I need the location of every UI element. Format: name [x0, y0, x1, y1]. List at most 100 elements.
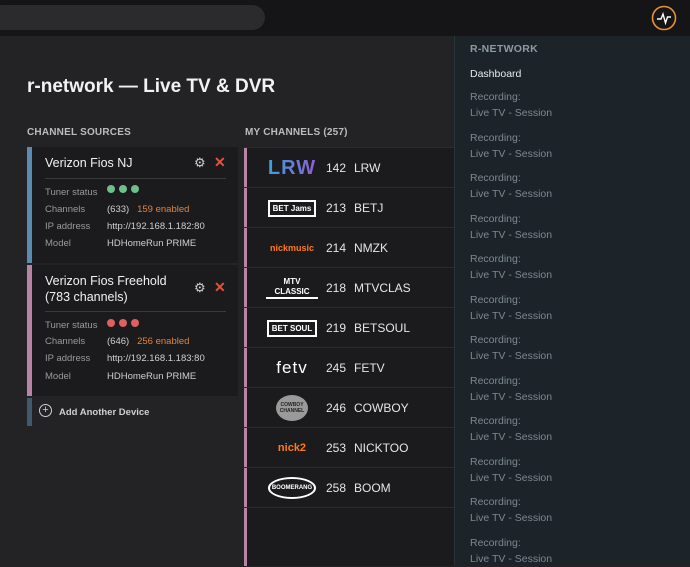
channel-row[interactable]: COWBOY CHANNEL 246 COWBOY	[244, 387, 454, 427]
logo-text: COWBOY CHANNEL	[276, 395, 308, 421]
channel-row[interactable]: BET Jams 213 BETJ	[244, 187, 454, 227]
recording-item[interactable]: Recording: Live TV - Session	[470, 535, 552, 567]
channel-row[interactable]: BOOMERANG 258 BOOM	[244, 467, 454, 507]
recording-label: Recording:	[470, 132, 521, 144]
recording-item[interactable]: Recording: Live TV - Session	[470, 373, 552, 405]
channel-number: 245	[326, 361, 347, 375]
add-device-accent	[27, 398, 32, 426]
recording-session: Live TV - Session	[470, 229, 553, 241]
channel-number: 219	[326, 321, 347, 335]
recording-session: Live TV - Session	[470, 269, 553, 281]
tuner-dot	[131, 319, 139, 327]
plus-icon: +	[39, 404, 52, 417]
recording-item[interactable]: Recording: Live TV - Session	[470, 494, 552, 526]
channel-name: FETV	[354, 361, 385, 375]
gear-icon[interactable]: ⚙	[194, 280, 206, 296]
tuner-dot	[119, 319, 127, 327]
gear-icon[interactable]: ⚙	[194, 155, 206, 171]
search-input[interactable]	[0, 5, 265, 30]
channel-logo: BET SOUL	[266, 314, 318, 342]
channel-logo: BOOMERANG	[266, 474, 318, 502]
recording-item[interactable]: Recording: Live TV - Session	[470, 454, 552, 486]
channel-name: BOOM	[354, 481, 391, 495]
channel-row[interactable]: MTV CLASSIC 218 MTVCLAS	[244, 267, 454, 307]
channels-label: Channels	[45, 336, 86, 347]
ip-label: IP address	[45, 353, 91, 364]
recording-item[interactable]: Recording: Live TV - Session	[470, 251, 552, 283]
channel-logo: COWBOY CHANNEL	[266, 394, 318, 422]
recording-item[interactable]: Recording: Live TV - Session	[470, 292, 552, 324]
recording-item[interactable]: Recording: Live TV - Session	[470, 332, 552, 364]
channel-logo: LRW	[266, 154, 318, 182]
ip-value: http://192.168.1.182:80	[107, 221, 205, 232]
add-device-button[interactable]: + Add Another Device	[27, 398, 238, 426]
recording-session: Live TV - Session	[470, 350, 553, 362]
model-value: HDHomeRun PRIME	[107, 238, 197, 249]
channel-row[interactable]: fetv 245 FETV	[244, 347, 454, 387]
channels-enabled: 159 enabled	[137, 204, 190, 215]
pulse-icon[interactable]	[651, 5, 677, 31]
channels-count: (646)	[107, 336, 130, 347]
device-name: Verizon Fios NJ	[45, 156, 133, 170]
recording-item[interactable]: Recording: Live TV - Session	[470, 89, 552, 121]
recording-session: Live TV - Session	[470, 431, 553, 443]
channel-logo: fetv	[266, 354, 318, 382]
device-card: Verizon Fios NJ ⚙ ✕ Tuner status Channel…	[27, 147, 238, 263]
recording-item[interactable]: Recording: Live TV - Session	[470, 170, 552, 202]
dashboard-link[interactable]: Dashboard	[470, 68, 521, 80]
add-device-label: Add Another Device	[59, 407, 150, 418]
channel-accent	[244, 468, 247, 507]
recording-label: Recording:	[470, 334, 521, 346]
network-dropdown-menu: R-NETWORK Dashboard Recording: Live TV - …	[454, 36, 690, 565]
tuner-status-dots	[107, 319, 143, 330]
recording-session: Live TV - Session	[470, 148, 553, 160]
ip-value: http://192.168.1.183:80	[107, 353, 205, 364]
my-channels-heading: MY CHANNELS (257)	[245, 127, 348, 138]
divider	[45, 178, 226, 179]
tuner-dot	[107, 185, 115, 193]
channel-row[interactable]	[244, 507, 454, 566]
close-icon[interactable]: ✕	[214, 279, 226, 296]
tuner-status-label: Tuner status	[45, 320, 98, 331]
recording-item[interactable]: Recording: Live TV - Session	[470, 130, 552, 162]
channel-row[interactable]: nick2 253 NICKTOO	[244, 427, 454, 467]
recording-label: Recording:	[470, 253, 521, 265]
ip-label: IP address	[45, 221, 91, 232]
close-icon[interactable]: ✕	[214, 154, 226, 171]
channel-number: 246	[326, 401, 347, 415]
channel-logo: nickmusic	[266, 234, 318, 262]
recording-label: Recording:	[470, 456, 521, 468]
recording-session: Live TV - Session	[470, 107, 553, 119]
recording-session: Live TV - Session	[470, 391, 553, 403]
channels-enabled: 256 enabled	[137, 336, 190, 347]
tuner-dot	[131, 185, 139, 193]
tuner-status-label: Tuner status	[45, 187, 98, 198]
recording-label: Recording:	[470, 91, 521, 103]
channel-row[interactable]: nickmusic 214 NMZK	[244, 227, 454, 267]
recording-item[interactable]: Recording: Live TV - Session	[470, 211, 552, 243]
channel-number: 258	[326, 481, 347, 495]
channel-row[interactable]: BET SOUL 219 BETSOUL	[244, 307, 454, 347]
channel-row[interactable]: LRW 142 LRW	[244, 147, 454, 187]
device-accent-bar	[27, 147, 32, 263]
device-channel-count: (783 channels)	[45, 290, 128, 304]
model-label: Model	[45, 238, 71, 249]
recording-label: Recording:	[470, 172, 521, 184]
recording-item[interactable]: Recording: Live TV - Session	[470, 413, 552, 445]
channel-accent	[244, 508, 247, 566]
channel-name: MTVCLAS	[354, 281, 411, 295]
recording-session: Live TV - Session	[470, 310, 553, 322]
channels-value: (633) 159 enabled	[107, 204, 189, 215]
device-card: Verizon Fios Freehold (783 channels) ⚙ ✕…	[27, 265, 238, 396]
channel-name: COWBOY	[354, 401, 409, 415]
channel-name: NICKTOO	[354, 441, 409, 455]
channel-name: LRW	[354, 161, 381, 175]
logo-text: MTV CLASSIC	[266, 277, 318, 299]
channel-number: 213	[326, 201, 347, 215]
recording-label: Recording:	[470, 415, 521, 427]
recording-session: Live TV - Session	[470, 188, 553, 200]
channels-label: Channels	[45, 204, 86, 215]
logo-text: nickmusic	[269, 243, 315, 253]
top-bar	[0, 0, 690, 36]
device-name: Verizon Fios Freehold	[45, 274, 167, 288]
